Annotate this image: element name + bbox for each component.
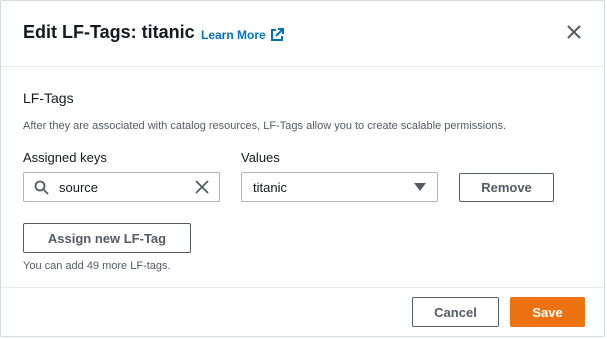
lf-tag-limit-note: You can add 49 more LF-tags. [23,260,171,272]
values-selected-value: titanic [253,180,287,195]
edit-lf-tags-modal: Edit LF-Tags: titanic Learn More LF-Tags… [0,0,605,337]
assigned-key-search-field [23,172,220,202]
values-select[interactable]: titanic [241,172,438,202]
cancel-button[interactable]: Cancel [412,297,499,327]
caret-down-icon [414,183,426,191]
modal-title: Edit LF-Tags: titanic [23,22,195,42]
assigned-keys-label: Assigned keys [23,150,107,165]
lf-tags-section-label: LF-Tags [23,90,74,106]
close-icon [567,25,581,39]
external-link-icon [270,28,284,41]
assigned-key-input[interactable] [59,173,189,201]
modal-header: Edit LF-Tags: titanic Learn More [1,1,604,67]
learn-more-link[interactable]: Learn More [201,28,284,42]
learn-more-label: Learn More [201,28,266,42]
search-icon [34,180,49,195]
lf-tags-description: After they are associated with catalog r… [23,120,507,132]
clear-icon[interactable] [195,180,209,194]
assign-new-lf-tag-button[interactable]: Assign new LF-Tag [23,223,191,253]
values-label: Values [241,150,280,165]
save-button[interactable]: Save [510,297,585,327]
remove-button[interactable]: Remove [459,173,554,202]
close-button[interactable] [563,21,585,43]
